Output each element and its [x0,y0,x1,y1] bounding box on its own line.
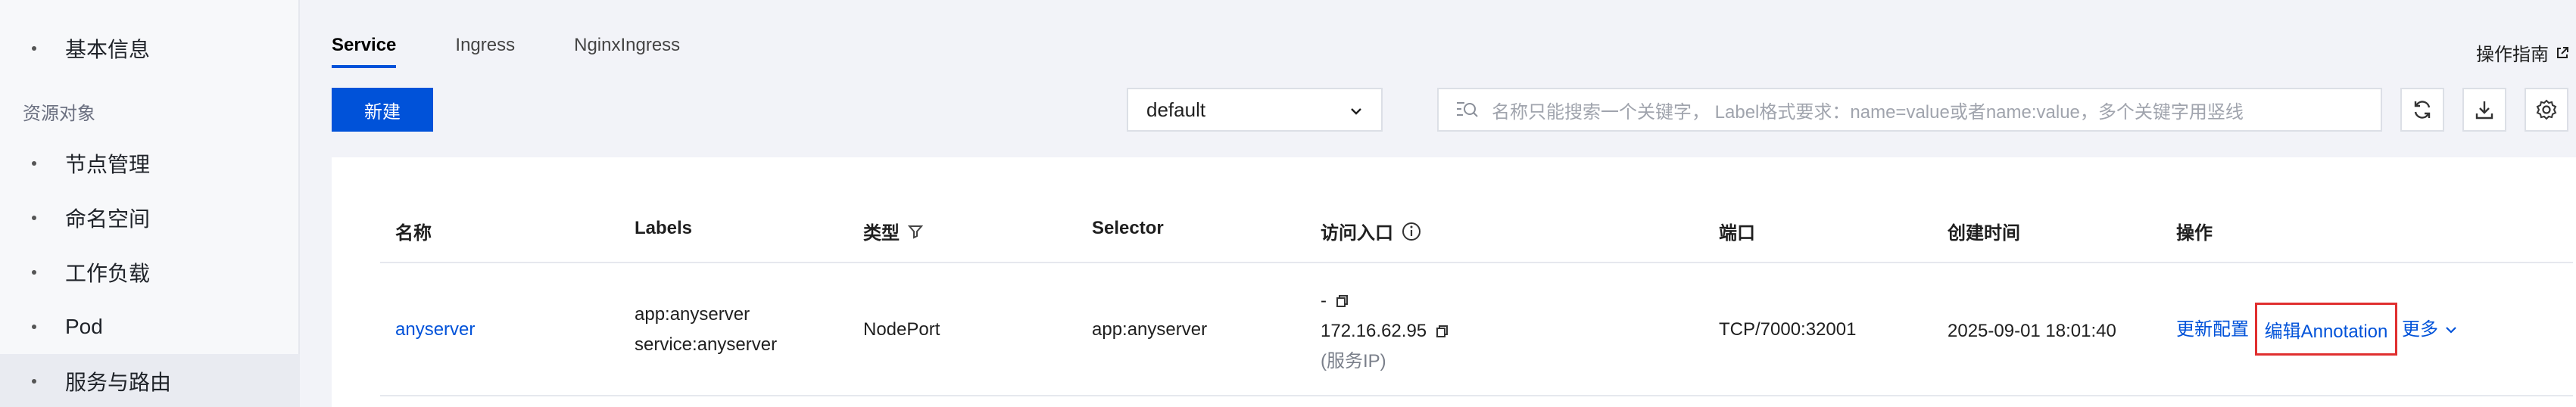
label-value: app:anyserver [635,304,750,325]
sidebar-item-label: Pod [65,315,103,338]
bullet-icon [32,270,36,275]
sidebar-item-label: 节点管理 [65,153,151,176]
sidebar-item-label: 服务与路由 [65,371,172,394]
bullet-icon [32,216,36,220]
sidebar: 基本信息 资源对象 节点管理 命名空间 工作负载 Pod 服务与路由 [0,0,300,407]
sidebar-item-nodes[interactable]: 节点管理 [0,136,300,191]
bullet-icon [32,325,36,329]
download-icon [2475,101,2493,120]
sidebar-item-label: 工作负载 [65,262,151,285]
search-icon [1457,102,1478,117]
selector-cell: app:anyserver [1092,319,1208,340]
more-menu[interactable]: 更多 [2402,315,2458,345]
chevron-down-icon [2446,327,2456,334]
new-button[interactable]: 新建 [332,88,433,132]
update-config-link[interactable]: 更新配置 [2176,315,2249,345]
namespace-value: default [1146,98,1206,121]
sidebar-item-label: 命名空间 [65,207,151,231]
access-cell: - 172.16.62.95 (服务IP) [1321,286,1449,377]
guide-label: 操作指南 [2476,45,2549,65]
access-ip: 172.16.62.95 [1321,316,1449,346]
column-header-created: 创建时间 [1948,218,2020,244]
access-note: (服务IP) [1321,351,1386,371]
tab-service[interactable]: Service [332,35,397,68]
search-input[interactable]: 名称只能搜索一个关键字， Label格式要求：name=value或者name:… [1437,88,2382,132]
info-icon[interactable] [1401,221,1422,242]
port-cell: TCP/7000:32001 [1719,319,1857,340]
column-label: 类型 [863,223,900,244]
resource-tabs: Service Ingress NginxIngress [332,35,739,68]
column-label: 端口 [1719,223,1755,244]
service-table-card: 名称 Labels 类型 Selector 访问入口 端口 创建时间 操作 an… [332,157,2576,407]
sidebar-item-label: 基本信息 [65,38,151,61]
column-label: 名称 [395,223,432,244]
sidebar-item-services-routes[interactable]: 服务与路由 [0,354,300,407]
tab-nginxingress[interactable]: NginxIngress [574,35,680,68]
search-placeholder: 名称只能搜索一个关键字， Label格式要求：name=value或者name:… [1492,101,2244,123]
settings-button[interactable] [2525,88,2568,132]
access-external: - [1321,286,1449,316]
created-cell: 2025-09-01 18:01:40 [1948,321,2116,341]
refresh-button[interactable] [2400,88,2444,132]
row-divider [380,395,2573,396]
download-button[interactable] [2462,88,2506,132]
bullet-icon [32,161,36,166]
bullet-icon [32,379,36,384]
column-label: 创建时间 [1948,223,2020,244]
sidebar-group-label: 资源对象 [23,104,95,124]
column-header-labels: Labels [635,218,692,239]
edit-annotation-link[interactable]: 编辑Annotation [2255,303,2397,356]
gear-icon [2536,99,2557,120]
header-divider [380,262,2573,263]
bullet-icon [32,46,36,51]
filter-icon[interactable] [907,223,924,240]
column-label: Labels [635,218,693,238]
column-header-selector: Selector [1092,218,1164,239]
column-label: Selector [1092,218,1164,238]
copy-icon[interactable] [1436,325,1449,338]
sidebar-item-workloads[interactable]: 工作负载 [0,245,300,300]
access-external-value: - [1321,290,1327,311]
guide-link[interactable]: 操作指南 [2476,39,2570,66]
column-label: 访问入口 [1321,223,1393,244]
column-header-type: 类型 [863,218,924,244]
column-header-port: 端口 [1719,218,1755,244]
sidebar-item-basic-info[interactable]: 基本信息 [0,21,300,76]
sidebar-item-namespaces[interactable]: 命名空间 [0,191,300,245]
service-name-link[interactable]: anyserver [395,315,475,345]
type-cell: NodePort [863,319,940,340]
external-link-icon [2557,46,2568,58]
column-header-access: 访问入口 [1321,218,1422,244]
more-label: 更多 [2402,319,2438,340]
column-label: 操作 [2176,223,2213,244]
column-header-name: 名称 [395,218,432,244]
label-value: service:anyserver [635,334,778,355]
labels-cell: app:anyserver service:anyserver [635,300,777,360]
namespace-select[interactable]: default [1127,88,1383,132]
copy-icon[interactable] [1336,294,1349,308]
sidebar-item-pod[interactable]: Pod [0,300,300,354]
access-ip-value: 172.16.62.95 [1321,321,1427,341]
chevron-down-icon [1351,108,1361,115]
refresh-icon [2414,101,2431,119]
column-header-actions: 操作 [2176,218,2213,244]
tab-ingress[interactable]: Ingress [455,35,515,68]
app-root: 基本信息 资源对象 节点管理 命名空间 工作负载 Pod 服务与路由 Servi… [0,0,2576,407]
